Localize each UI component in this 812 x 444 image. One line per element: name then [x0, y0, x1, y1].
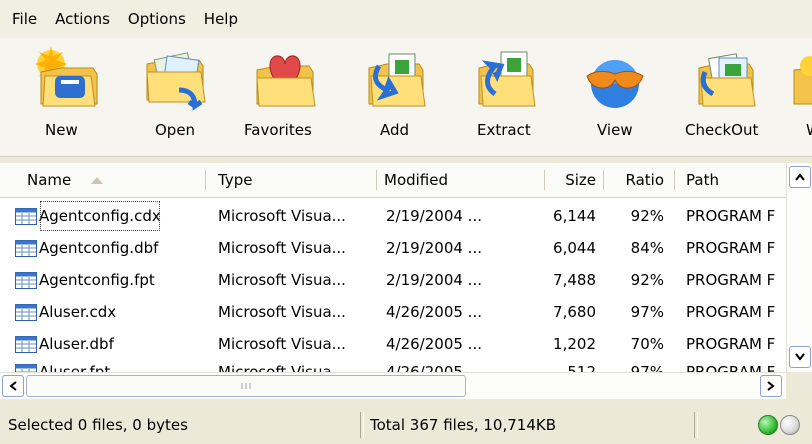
favorites-label: Favorites [244, 121, 312, 139]
table-row[interactable]: Agentconfig.fpt Microsoft Visua... 2/19/… [0, 264, 786, 296]
add-label: Add [380, 121, 410, 139]
column-header-row: Name Type Modified Size Ratio Path [0, 163, 786, 198]
add-files-icon [368, 53, 426, 107]
new-archive-icon [35, 46, 98, 107]
status-selected: Selected 0 files, 0 bytes [8, 416, 188, 434]
file-size: 7,488 [553, 271, 596, 289]
file-type: Microsoft Visua... [218, 207, 346, 225]
table-file-icon [15, 207, 37, 225]
table-row[interactable]: Aluser.cdx Microsoft Visua... 4/26/2005 … [0, 296, 786, 328]
file-type: Microsoft Visua... [218, 271, 346, 289]
column-header-modified[interactable]: Modified [384, 163, 534, 197]
table-file-icon [15, 363, 37, 372]
menu-help[interactable]: Help [198, 10, 244, 28]
menu-file[interactable]: File [6, 10, 43, 28]
file-name: Agentconfig.cdx [39, 200, 161, 232]
file-name: Agentconfig.fpt [39, 271, 155, 289]
file-size: 6,044 [553, 239, 596, 257]
file-type: Microsoft Visua... [218, 239, 346, 257]
file-modified: 4/26/2005 ... [386, 363, 482, 372]
table-file-icon [15, 239, 37, 257]
column-name-label: Name [27, 171, 72, 189]
extract-button[interactable]: Extract [450, 38, 560, 156]
file-ratio: 97% [630, 303, 664, 321]
menu-options[interactable]: Options [122, 10, 192, 28]
toolbar: New Open Favorites Add Extract View Chec… [0, 38, 812, 157]
status-led-gray-icon [780, 415, 800, 435]
open-button[interactable]: Open [120, 38, 230, 156]
file-path: PROGRAM F [686, 303, 776, 321]
sort-ascending-icon [91, 177, 104, 184]
file-type: Microsoft Visua... [218, 363, 346, 372]
file-list[interactable]: Name Type Modified Size Ratio Path Agent… [0, 163, 812, 372]
favorites-heart-icon [256, 55, 316, 107]
file-path: PROGRAM F [686, 363, 776, 372]
file-path: PROGRAM F [686, 207, 776, 225]
scroll-left-button[interactable] [2, 375, 24, 397]
file-modified: 2/19/2004 ... [386, 271, 482, 289]
file-type: Microsoft Visua... [218, 303, 346, 321]
file-path: PROGRAM F [686, 271, 776, 289]
extract-files-icon [478, 51, 536, 107]
chevron-right-icon [767, 381, 775, 391]
new-label: New [45, 121, 78, 139]
file-name: Aluser.fpt [39, 363, 111, 372]
chevron-down-icon [795, 353, 805, 361]
scroll-up-button[interactable] [789, 166, 811, 188]
table-row[interactable]: Agentconfig.dbf Microsoft Visua... 2/19/… [0, 232, 786, 264]
file-size: 6,144 [553, 207, 596, 225]
column-header-path[interactable]: Path [686, 163, 786, 197]
horizontal-scroll-thumb[interactable] [26, 375, 466, 397]
file-path: PROGRAM F [686, 239, 776, 257]
file-size: 512 [567, 363, 596, 372]
scroll-down-button[interactable] [789, 346, 811, 368]
menu-actions[interactable]: Actions [49, 10, 116, 28]
column-header-size[interactable]: Size [548, 163, 596, 197]
table-row[interactable]: Agentconfig.cdx Microsoft Visua... 2/19/… [0, 200, 786, 232]
file-ratio: 92% [630, 207, 664, 225]
chevron-left-icon [9, 381, 17, 391]
vertical-scrollbar[interactable] [786, 163, 812, 372]
column-header-ratio[interactable]: Ratio [608, 163, 664, 197]
table-file-icon [15, 303, 37, 321]
favorites-button[interactable]: Favorites [230, 38, 340, 156]
file-name: Agentconfig.dbf [39, 239, 159, 257]
menu-bar: File Actions Options Help [0, 0, 812, 38]
file-name: Aluser.cdx [39, 303, 117, 321]
view-button[interactable]: View [560, 38, 670, 156]
open-folder-icon [146, 52, 206, 111]
checkout-icon [698, 53, 756, 107]
view-label: View [597, 121, 633, 139]
column-header-type[interactable]: Type [218, 163, 368, 197]
checkout-label: CheckOut [685, 121, 759, 139]
file-modified: 2/19/2004 ... [386, 207, 482, 225]
table-file-icon [15, 271, 37, 289]
chevron-up-icon [795, 173, 805, 181]
add-button[interactable]: Add [340, 38, 450, 156]
table-row[interactable]: Aluser.fpt Microsoft Visua... 4/26/2005 … [0, 356, 786, 372]
extract-label: Extract [477, 121, 531, 139]
column-header-name[interactable]: Name [27, 163, 202, 197]
grip-icon [241, 383, 251, 389]
status-led-green-icon [758, 415, 778, 435]
checkout-button[interactable]: CheckOut [670, 38, 780, 156]
file-ratio: 97% [630, 363, 664, 372]
wizard-button[interactable]: W [780, 38, 812, 156]
wizard-label: W [806, 121, 812, 139]
scrollbar-corner [786, 372, 812, 398]
file-size: 7,680 [553, 303, 596, 321]
table-file-icon [15, 335, 37, 353]
file-modified: 4/26/2005 ... [386, 303, 482, 321]
file-ratio: 92% [630, 271, 664, 289]
file-modified: 2/19/2004 ... [386, 239, 482, 257]
scroll-right-button[interactable] [760, 375, 782, 397]
horizontal-scrollbar[interactable] [0, 372, 786, 399]
wizard-icon [793, 56, 812, 105]
new-button[interactable]: New [12, 38, 122, 156]
view-glasses-icon [586, 60, 644, 108]
status-total: Total 367 files, 10,714KB [370, 416, 557, 434]
open-label: Open [155, 121, 196, 139]
status-bar: Selected 0 files, 0 bytes Total 367 file… [0, 406, 812, 444]
file-ratio: 84% [630, 239, 664, 257]
